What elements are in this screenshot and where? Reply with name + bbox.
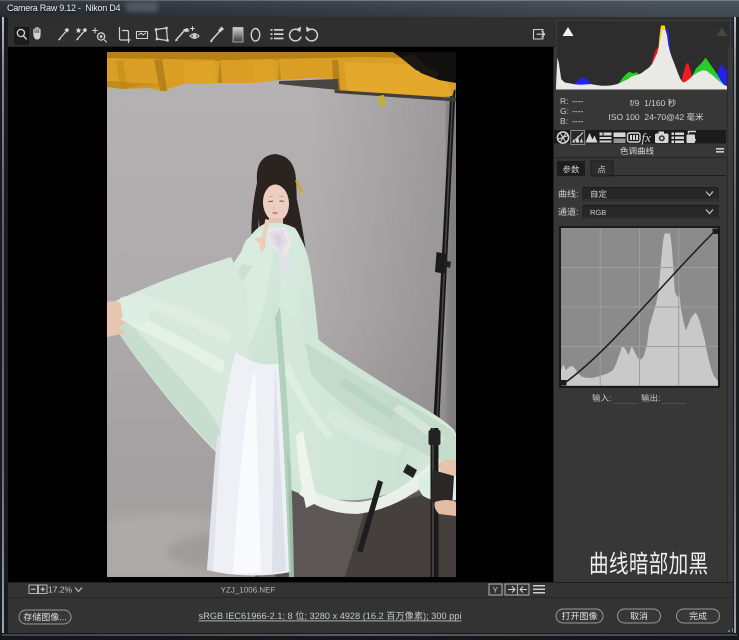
svg-text:fx: fx — [642, 130, 652, 145]
